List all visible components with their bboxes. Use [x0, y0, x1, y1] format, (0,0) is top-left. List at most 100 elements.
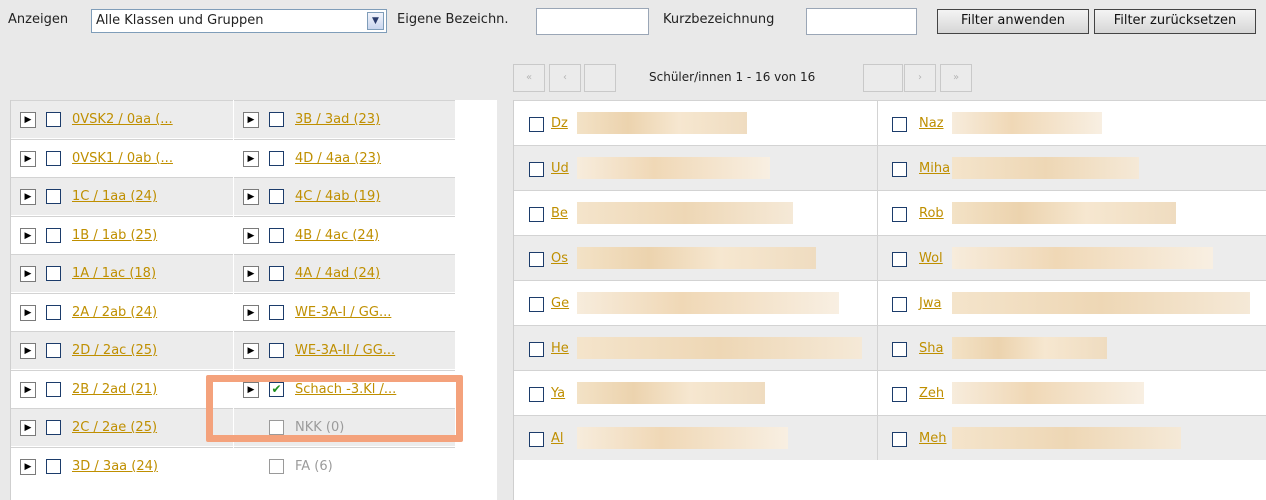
student-name-link[interactable]: Be: [551, 206, 568, 221]
class-link[interactable]: 1B / 1ab (25): [72, 228, 157, 243]
class-row[interactable]: ▶ 4D / 4aa (23): [234, 138, 455, 177]
custom-name-input[interactable]: [536, 8, 649, 35]
class-row[interactable]: ▶ 0VSK2 / 0aa (...: [11, 100, 233, 138]
checkbox[interactable]: [46, 420, 61, 435]
class-link[interactable]: 0VSK1 / 0ab (...: [72, 151, 173, 166]
class-row[interactable]: ▶ 4A / 4ad (24): [234, 254, 455, 292]
class-row[interactable]: ▶ 1B / 1ab (25): [11, 215, 233, 254]
class-row[interactable]: ▶ 1C / 1aa (24): [11, 177, 233, 215]
class-row[interactable]: ▶ 1A / 1ac (18): [11, 254, 233, 292]
checkbox[interactable]: [269, 112, 284, 127]
expand-arrow-icon[interactable]: ▶: [20, 304, 36, 321]
class-link[interactable]: 3D / 3aa (24): [72, 459, 158, 474]
checkbox[interactable]: [529, 162, 544, 177]
checkbox[interactable]: [269, 189, 284, 204]
checkbox[interactable]: [46, 343, 61, 358]
checkbox[interactable]: [46, 150, 61, 166]
expand-arrow-icon[interactable]: ▶: [20, 420, 36, 436]
student-name-link[interactable]: Naz: [919, 116, 944, 131]
checkbox[interactable]: [269, 266, 284, 281]
checkbox[interactable]: [46, 189, 61, 204]
checkbox[interactable]: [529, 207, 544, 222]
class-row[interactable]: FA (6): [234, 446, 455, 485]
class-row[interactable]: ▶ WE-3A-I / GG...: [234, 292, 455, 331]
expand-arrow-icon[interactable]: ▶: [243, 304, 259, 321]
student-name-link[interactable]: Ge: [551, 296, 569, 311]
checkbox[interactable]: [892, 387, 907, 402]
checkbox[interactable]: [892, 207, 907, 222]
expand-arrow-icon[interactable]: ▶: [20, 150, 36, 167]
checkbox[interactable]: [892, 252, 907, 267]
checkbox[interactable]: [46, 458, 61, 474]
class-link[interactable]: WE-3A-I / GG...: [295, 305, 391, 320]
checkbox[interactable]: [892, 117, 907, 132]
class-link[interactable]: 1C / 1aa (24): [72, 189, 157, 204]
checkbox[interactable]: [529, 342, 544, 357]
class-link[interactable]: 4D / 4aa (23): [295, 151, 381, 166]
checkbox[interactable]: [892, 342, 907, 357]
expand-arrow-icon[interactable]: ▶: [20, 112, 36, 128]
checkbox[interactable]: [529, 297, 544, 312]
short-name-input[interactable]: [806, 8, 917, 35]
class-row[interactable]: ▶ 2C / 2ae (25): [11, 408, 233, 446]
checkbox[interactable]: [529, 432, 544, 447]
class-row[interactable]: ▶ 2A / 2ab (24): [11, 292, 233, 331]
expand-arrow-icon[interactable]: ▶: [20, 266, 36, 282]
class-link[interactable]: 4A / 4ad (24): [295, 266, 380, 281]
student-name-link[interactable]: Jwa: [919, 296, 941, 311]
checkbox[interactable]: [46, 227, 61, 243]
student-name-link[interactable]: Al: [551, 431, 564, 446]
expand-arrow-icon[interactable]: ▶: [243, 343, 259, 359]
class-row[interactable]: ▶ 4B / 4ac (24): [234, 215, 455, 254]
class-link[interactable]: 4C / 4ab (19): [295, 189, 380, 204]
student-name-link[interactable]: Miha: [919, 161, 950, 176]
prev-page-button[interactable]: ‹: [549, 64, 581, 92]
class-link[interactable]: 2A / 2ab (24): [72, 305, 157, 320]
class-row[interactable]: ▶ 2D / 2ac (25): [11, 331, 233, 369]
student-name-link[interactable]: Rob: [919, 206, 944, 221]
class-link[interactable]: WE-3A-II / GG...: [295, 343, 395, 358]
reset-filter-button[interactable]: Filter zurücksetzen: [1094, 9, 1256, 34]
first-page-button[interactable]: «: [513, 64, 545, 92]
student-name-link[interactable]: Sha: [919, 341, 943, 356]
expand-arrow-icon[interactable]: ▶: [20, 343, 36, 359]
checkbox[interactable]: [269, 304, 284, 320]
checkbox[interactable]: [269, 343, 284, 358]
expand-arrow-icon[interactable]: ▶: [243, 112, 259, 128]
class-row[interactable]: ▶ 0VSK1 / 0ab (...: [11, 138, 233, 177]
checkbox[interactable]: [269, 227, 284, 243]
student-name-link[interactable]: Ud: [551, 161, 569, 176]
class-row[interactable]: ▶ 2B / 2ad (21): [11, 369, 233, 408]
class-row[interactable]: ▶ 3D / 3aa (24): [11, 446, 233, 485]
checkbox[interactable]: [46, 112, 61, 127]
show-select[interactable]: Alle Klassen und Gruppen ▼: [91, 9, 387, 33]
checkbox[interactable]: [46, 266, 61, 281]
checkbox[interactable]: [46, 304, 61, 320]
checkbox[interactable]: [529, 117, 544, 132]
student-name-link[interactable]: He: [551, 341, 569, 356]
next-page-button[interactable]: ›: [904, 64, 936, 92]
checkbox[interactable]: [269, 150, 284, 166]
class-link[interactable]: 2C / 2ae (25): [72, 420, 157, 435]
class-link[interactable]: 2B / 2ad (21): [72, 382, 157, 397]
expand-arrow-icon[interactable]: ▶: [243, 189, 259, 205]
last-page-button[interactable]: »: [940, 64, 972, 92]
chevron-down-icon[interactable]: ▼: [367, 12, 384, 30]
student-name-link[interactable]: Dz: [551, 116, 568, 131]
class-row[interactable]: ▶ 4C / 4ab (19): [234, 177, 455, 215]
class-link[interactable]: 3B / 3ad (23): [295, 112, 380, 127]
class-row[interactable]: ▶ WE-3A-II / GG...: [234, 331, 455, 369]
expand-arrow-icon[interactable]: ▶: [20, 458, 36, 475]
expand-arrow-icon[interactable]: ▶: [243, 266, 259, 282]
expand-arrow-icon[interactable]: ▶: [20, 381, 36, 398]
student-name-link[interactable]: Meh: [919, 431, 946, 446]
expand-arrow-icon[interactable]: ▶: [20, 189, 36, 205]
class-link[interactable]: 4B / 4ac (24): [295, 228, 379, 243]
student-name-link[interactable]: Os: [551, 251, 568, 266]
checkbox[interactable]: [529, 387, 544, 402]
student-name-link[interactable]: Wol: [919, 251, 943, 266]
class-link[interactable]: 0VSK2 / 0aa (...: [72, 112, 173, 127]
class-link[interactable]: 1A / 1ac (18): [72, 266, 156, 281]
checkbox[interactable]: [529, 252, 544, 267]
checkbox[interactable]: [892, 297, 907, 312]
